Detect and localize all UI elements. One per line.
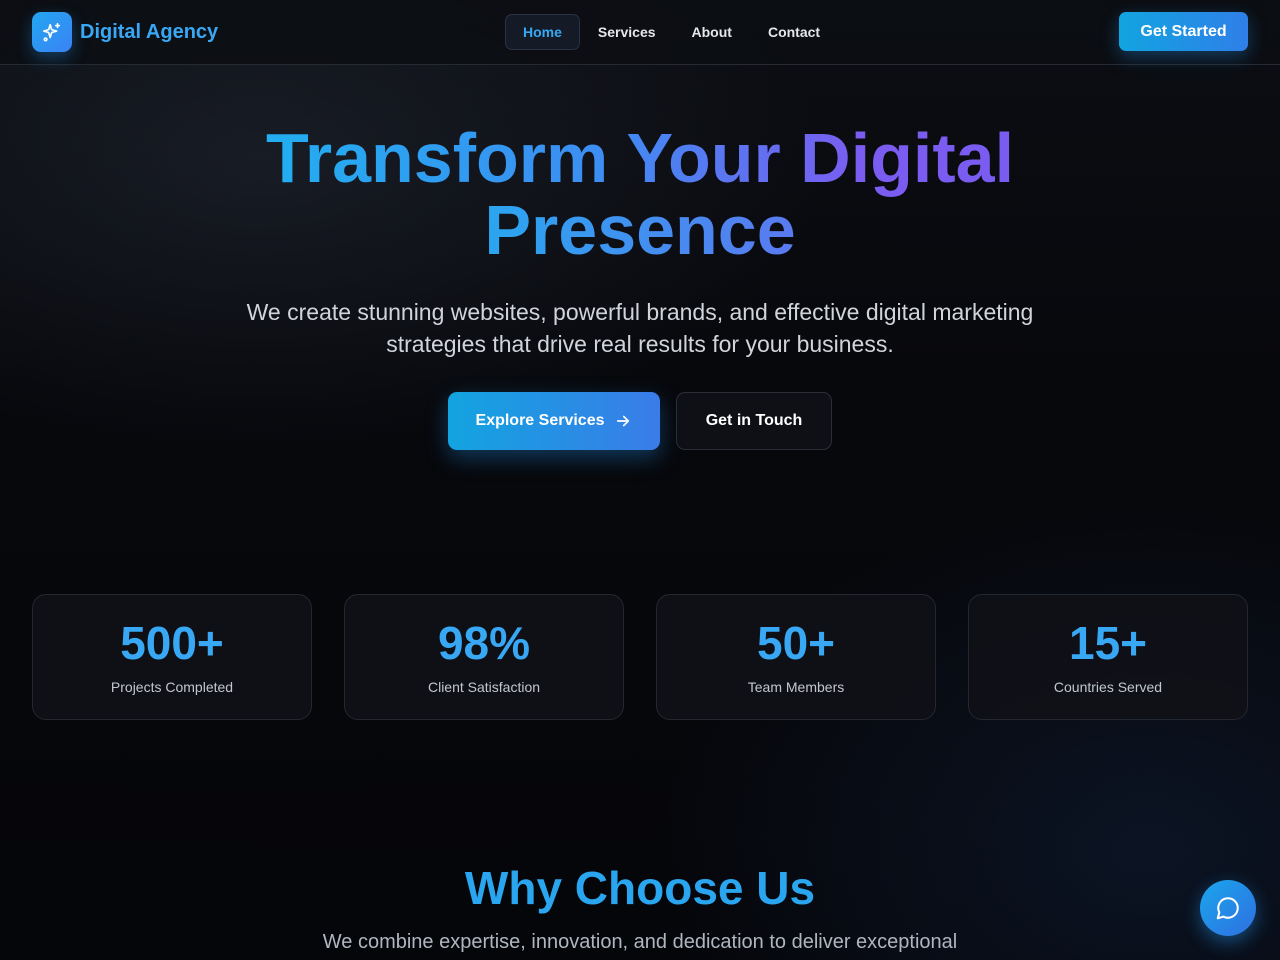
stat-label: Team Members bbox=[747, 679, 845, 695]
stat-card: 50+ Team Members bbox=[656, 594, 936, 720]
hero-title-line2: Presence bbox=[484, 191, 796, 269]
page: Digital Agency Home Services About Conta… bbox=[0, 0, 1280, 960]
stat-value: 50+ bbox=[756, 617, 836, 669]
why-choose-us-subtitle: We combine expertise, innovation, and de… bbox=[322, 931, 958, 953]
nav-services[interactable]: Services bbox=[580, 14, 674, 50]
hero-buttons: Explore Services Get in Touch bbox=[448, 392, 832, 450]
stat-card: 15+ Countries Served bbox=[968, 594, 1248, 720]
brand-logo[interactable]: Digital Agency bbox=[32, 12, 218, 52]
chat-button[interactable] bbox=[1200, 880, 1256, 936]
stat-value: 500+ bbox=[120, 617, 224, 669]
nav-about[interactable]: About bbox=[674, 14, 750, 50]
top-navbar: Digital Agency Home Services About Conta… bbox=[0, 0, 1280, 65]
stat-card: 500+ Projects Completed bbox=[32, 594, 312, 720]
why-choose-us-title: Why Choose Us bbox=[464, 862, 816, 914]
hero-subtitle: We create stunning websites, powerful br… bbox=[246, 299, 1034, 357]
stat-label: Client Satisfaction bbox=[427, 679, 541, 695]
stats-row: 500+ Projects Completed 98% Client Satis… bbox=[32, 594, 1248, 720]
brand-name: Digital Agency bbox=[80, 20, 219, 43]
stat-label: Countries Served bbox=[1053, 679, 1163, 695]
get-in-touch-button[interactable]: Get in Touch bbox=[676, 392, 832, 450]
hero-title-line1: Transform Your Digital bbox=[265, 119, 1015, 197]
get-started-button[interactable]: Get Started bbox=[1119, 12, 1248, 51]
stat-card: 98% Client Satisfaction bbox=[344, 594, 624, 720]
hero-title: Transform Your Digital Presence bbox=[0, 122, 1280, 266]
nav-links: Home Services About Contact bbox=[505, 14, 838, 50]
nav-contact[interactable]: Contact bbox=[750, 14, 838, 50]
arrow-right-icon bbox=[617, 415, 630, 427]
stat-value: 98% bbox=[437, 617, 531, 669]
explore-services-label: Explore Services bbox=[475, 412, 605, 429]
stat-label: Projects Completed bbox=[110, 679, 234, 695]
stat-value: 15+ bbox=[1068, 617, 1148, 669]
sparkles-icon bbox=[32, 12, 72, 52]
explore-services-button[interactable]: Explore Services bbox=[448, 392, 660, 450]
chat-bubble-icon bbox=[1216, 897, 1239, 920]
nav-home[interactable]: Home bbox=[505, 14, 580, 50]
